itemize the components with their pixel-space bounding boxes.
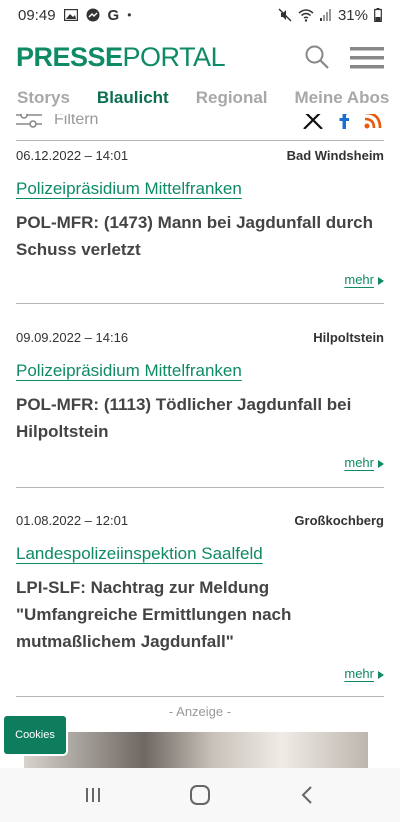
article-item: 01.08.2022 – 12:01 Großkochberg Landespo… — [16, 511, 384, 681]
article-source-link[interactable]: Polizeipräsidium Mittelfranken — [16, 178, 384, 200]
image-icon — [63, 9, 78, 21]
filter-row: Filtern — [16, 114, 384, 134]
filter-sliders-icon[interactable] — [16, 114, 42, 131]
messenger-icon — [86, 8, 100, 22]
more-link[interactable]: mehr — [344, 455, 384, 470]
article-title[interactable]: LPI-SLF: Nachtrag zur Meldung "Umfangrei… — [16, 574, 384, 655]
more-label: mehr — [344, 666, 374, 681]
tab-blaulicht[interactable]: Blaulicht — [97, 82, 169, 114]
home-icon[interactable] — [185, 780, 215, 810]
article-place: Hilpoltstein — [313, 329, 384, 345]
article-meta: 09.09.2022 – 14:16 Hilpoltstein — [16, 328, 384, 346]
tab-storys[interactable]: Storys — [17, 82, 70, 114]
logo-light-part: PORTAL — [122, 42, 226, 72]
ad-image[interactable] — [24, 732, 368, 768]
more-label: mehr — [344, 272, 374, 287]
more-label: mehr — [344, 455, 374, 470]
status-time: 09:49 — [18, 6, 56, 24]
divider — [16, 140, 384, 141]
article-date: 06.12.2022 – 14:01 — [16, 147, 129, 163]
rss-icon[interactable] — [364, 114, 384, 129]
more-link[interactable]: mehr — [344, 272, 384, 287]
wifi-icon — [298, 8, 314, 22]
divider — [16, 303, 384, 304]
cookies-button[interactable]: Cookies — [4, 716, 66, 754]
play-arrow-icon — [378, 670, 384, 679]
article-item: 06.12.2022 – 14:01 Bad Windsheim Polizei… — [16, 146, 384, 287]
google-icon: G — [107, 6, 120, 24]
back-icon[interactable] — [292, 780, 322, 810]
news-list: Filtern 06.12.2022 – 14:01 Bad Windsheim… — [0, 114, 400, 768]
logo-bold-part: PRESSE — [16, 42, 123, 72]
dot-icon: • — [127, 8, 132, 22]
mute-icon — [278, 8, 292, 22]
article-date: 01.08.2022 – 12:01 — [16, 512, 129, 528]
status-right: 31% — [278, 7, 382, 24]
divider — [16, 696, 384, 697]
more-link[interactable]: mehr — [344, 666, 384, 681]
category-tabs: Storys Blaulicht Regional Meine Abos — [0, 82, 400, 114]
filter-label[interactable]: Filtern — [54, 114, 98, 129]
status-bar: 09:49 G • 31% — [0, 0, 400, 30]
recent-apps-icon[interactable] — [78, 780, 108, 810]
hamburger-menu-icon[interactable] — [350, 46, 384, 70]
article-title[interactable]: POL-MFR: (1113) Tödlicher Jagdunfall bei… — [16, 391, 384, 445]
article-meta: 01.08.2022 – 12:01 Großkochberg — [16, 511, 384, 529]
divider — [16, 487, 384, 488]
article-place: Bad Windsheim — [286, 147, 384, 163]
search-icon[interactable] — [304, 44, 330, 70]
system-navigation-bar — [0, 768, 400, 822]
article-meta: 06.12.2022 – 14:01 Bad Windsheim — [16, 146, 384, 164]
site-header: PRESSEPORTAL — [0, 30, 400, 82]
battery-text: 31% — [337, 6, 368, 24]
facebook-icon[interactable] — [338, 114, 350, 129]
article-source-link[interactable]: Polizeipräsidium Mittelfranken — [16, 360, 384, 382]
article-item: 09.09.2022 – 14:16 Hilpoltstein Polizeip… — [16, 328, 384, 470]
signal-icon — [319, 9, 331, 21]
tab-regional[interactable]: Regional — [196, 82, 268, 114]
battery-icon — [374, 8, 382, 22]
social-icons — [302, 114, 384, 129]
presseportal-logo[interactable]: PRESSEPORTAL — [16, 42, 226, 73]
article-title[interactable]: POL-MFR: (1473) Mann bei Jagdunfall durc… — [16, 209, 384, 263]
play-arrow-icon — [378, 276, 384, 285]
article-place: Großkochberg — [294, 512, 384, 528]
play-arrow-icon — [378, 459, 384, 468]
article-source-link[interactable]: Landespolizeiinspektion Saalfeld — [16, 543, 384, 565]
status-left: 09:49 G • — [18, 7, 131, 24]
x-icon[interactable] — [302, 114, 324, 129]
article-date: 09.09.2022 – 14:16 — [16, 329, 129, 345]
tab-meine-abos[interactable]: Meine Abos — [295, 82, 390, 114]
